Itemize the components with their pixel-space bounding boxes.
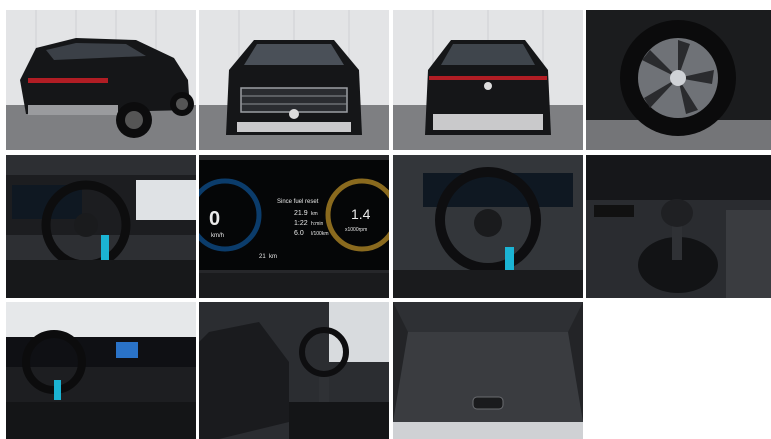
photo-steering-wheel[interactable] [393,155,583,298]
trip-distance: 21.9 [294,210,308,217]
photo-rear[interactable] [393,10,583,150]
photo-dashboard-overview[interactable] [6,302,196,439]
trip-title: Since fuel reset [277,199,319,205]
speed-value: 0 [209,208,220,230]
trip-time: 1:22 [294,220,308,227]
speed-unit: km/h [211,233,224,239]
photo-wheel[interactable] [586,10,771,150]
odometer-unit: km [269,254,277,260]
photo-trunk[interactable] [393,302,583,439]
photo-interior-driver-side[interactable] [6,155,196,298]
odometer-value: 21 [259,254,266,260]
photo-instrument-cluster[interactable]: 0 km/h Since fuel reset 21.9 km 1:22 h:m… [199,155,389,298]
rpm-value: 1.4 [351,206,371,222]
trip-time-unit: h:min [311,221,323,227]
photo-front[interactable] [199,10,389,150]
rpm-unit: x1000rpm [345,227,367,233]
photo-front-seats[interactable] [199,302,389,439]
photo-gear-shifter[interactable] [586,155,771,298]
trip-average-unit: l/100km [311,231,329,237]
trip-average: 6.0 [294,230,304,237]
photo-rear-three-quarter[interactable] [6,10,196,150]
trip-distance-unit: km [311,211,318,217]
